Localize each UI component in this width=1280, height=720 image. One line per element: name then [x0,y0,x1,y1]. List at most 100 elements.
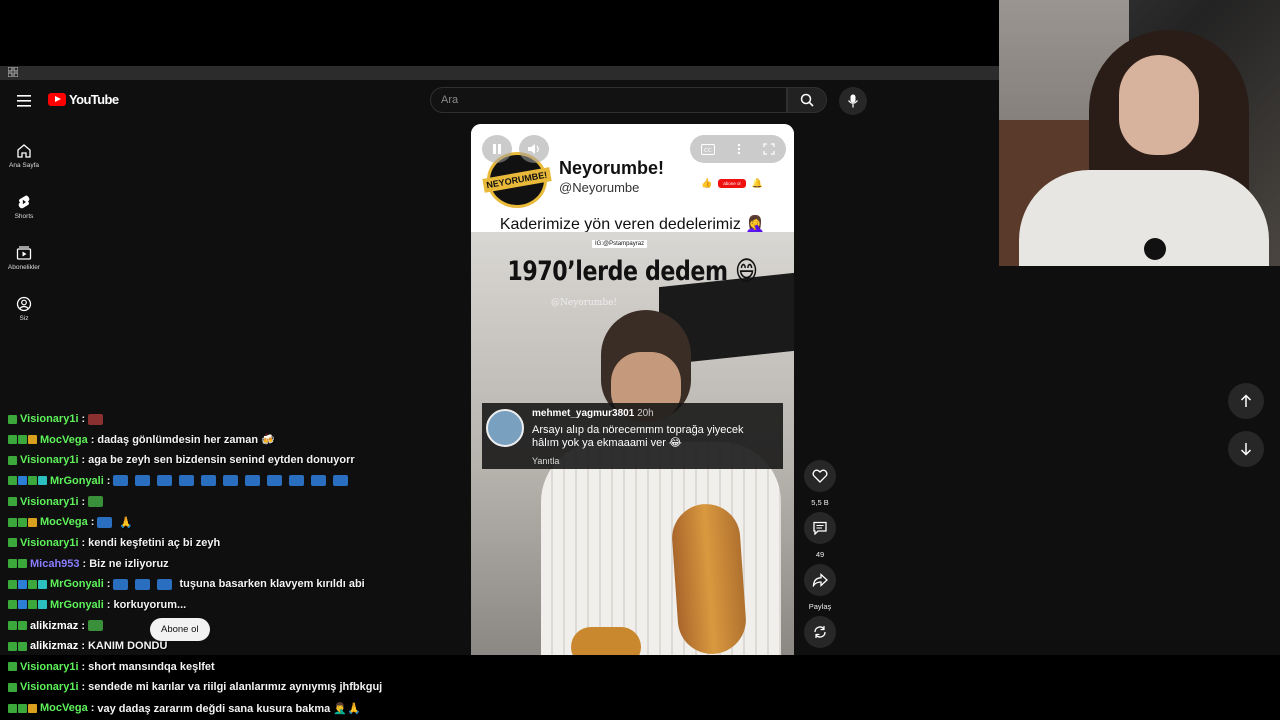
chat-badge-icon [38,600,47,610]
chat-badge-icon [18,621,27,630]
chat-badge-icon [8,600,17,610]
webcam-face-shape [1119,55,1199,155]
chat-badges [8,662,17,672]
subscribe-tooltip[interactable]: Abone ol [150,618,210,641]
chat-badges [8,538,17,548]
sidebar-item-home[interactable]: Ana Sayfa [0,130,48,181]
comment-button[interactable] [804,512,836,544]
chat-badges [8,579,47,589]
thumbs-up-icon: 👍 [701,178,713,188]
comment-action[interactable]: 49 [802,512,838,559]
share-icon [812,573,828,587]
chat-separator: : [81,619,85,632]
chat-username[interactable]: MocVega [40,434,88,446]
browser-bar [0,66,1000,80]
sidebar-item-you[interactable]: Siz [0,283,48,334]
like-count: 5,5 B [811,498,829,507]
bell-icon: 🔔 [751,178,763,188]
chat-emote-icon [88,413,104,425]
chat-username[interactable]: Visionary1i [20,661,79,673]
player-controls-group: CC [690,135,786,163]
sidebar-item-label: Shorts [14,212,34,220]
chat-username[interactable]: Visionary1i [20,496,79,508]
commenter-username: mehmet_yagmur3801 [532,408,635,419]
chat-badge-icon [8,641,17,651]
chat-username[interactable]: MocVega [40,516,88,528]
chat-message: alikizmaz: [8,617,110,635]
chat-badge-icon [8,538,17,548]
like-action[interactable]: 5,5 B [802,460,838,507]
microphone-icon [848,94,858,108]
chat-emote-icon [157,475,173,487]
chat-badge-icon [38,476,47,486]
chat-username[interactable]: MrGonyali [50,578,104,590]
chat-badge-icon [8,517,17,527]
chat-username[interactable]: Micah953 [30,558,80,570]
chat-badge-icon [28,579,37,589]
more-options-icon[interactable] [737,143,741,155]
chat-separator: : [106,474,111,487]
chat-badges [8,455,17,465]
arrow-down-icon [1240,443,1252,456]
chat-separator: : [81,454,86,467]
chat-badge-icon [8,455,17,465]
search-input[interactable]: Ara [430,87,787,113]
chat-badge-icon [18,435,27,445]
captions-icon[interactable]: CC [701,143,715,155]
chat-text: Biz ne izliyoruz [89,557,169,570]
chat-badge-icon [8,497,17,507]
fullscreen-icon[interactable] [763,143,775,155]
youtube-logo[interactable]: YouTube [48,92,119,107]
comment-text: Arsayı alıp da nörecemmm toprağa yiyecek… [532,424,744,449]
chat-username[interactable]: Visionary1i [20,454,79,466]
chat-badge-icon [28,600,37,610]
chat-text: dadaş gönlümdesin her zaman 🍻 [97,434,275,447]
chat-username[interactable]: alikizmaz [30,620,78,632]
chat-emote-icon [88,496,104,508]
share-button[interactable] [804,564,836,596]
hamburger-menu-icon[interactable] [16,94,32,108]
next-short-button[interactable] [1228,431,1264,467]
pause-button[interactable] [482,135,512,163]
bread-loaf-shape [669,501,749,655]
shorts-icon [18,194,30,208]
video-overlay-title: 1970’lerde dedem 😄 [507,256,758,287]
chat-text: tuşuna basarken klavyem kırıldı abi [179,578,365,591]
search-button[interactable] [787,87,827,113]
remix-icon [814,626,826,638]
chat-username[interactable]: Visionary1i [20,413,79,425]
chat-badges [8,414,17,424]
chat-message: Visionary1i: kendi keşfetini aç bi zeyh [8,534,220,552]
chat-username[interactable]: Visionary1i [20,537,79,549]
chat-badge-icon [8,662,17,672]
channel-name: Neyorumbe! [559,158,665,178]
chat-badge-icon [8,621,17,630]
chat-username[interactable]: Visionary1i [20,681,79,693]
search-icon [800,93,814,107]
volume-button[interactable] [519,135,549,163]
chat-username[interactable]: alikizmaz [30,640,78,652]
chat-username[interactable]: MocVega [40,702,88,714]
previous-short-button[interactable] [1228,383,1264,419]
short-video-player[interactable]: NEYORUMBE! Neyorumbe! @Neyorumbe 👍 abone… [471,124,794,655]
chat-username[interactable]: MrGonyali [50,475,104,487]
sidebar-item-shorts[interactable]: Shorts [0,181,48,232]
chat-emote-icon [333,475,349,487]
share-action[interactable]: Paylaş [802,564,838,611]
apps-grid-icon[interactable] [8,67,18,77]
video-watermark: IG:@Pstampayraz [592,240,648,248]
chat-message: MocVega: dadaş gönlümdesin her zaman 🍻 [8,431,275,449]
chat-username[interactable]: MrGonyali [50,599,104,611]
sidebar-item-label: Ana Sayfa [9,161,39,169]
comment-icon [813,521,827,535]
remix-button[interactable] [804,616,836,648]
chat-text: sendede mi karılar va riilgi alanlarımız… [88,681,383,694]
chat-badge-icon [18,517,27,527]
voice-search-button[interactable] [839,87,867,115]
chat-separator: : [82,557,87,570]
remix-action[interactable] [802,616,838,648]
comment-count: 49 [815,550,825,559]
sidebar-item-subscriptions[interactable]: Abonelikler [0,232,48,283]
chat-emote-icon [113,578,129,590]
like-button[interactable] [804,460,836,492]
